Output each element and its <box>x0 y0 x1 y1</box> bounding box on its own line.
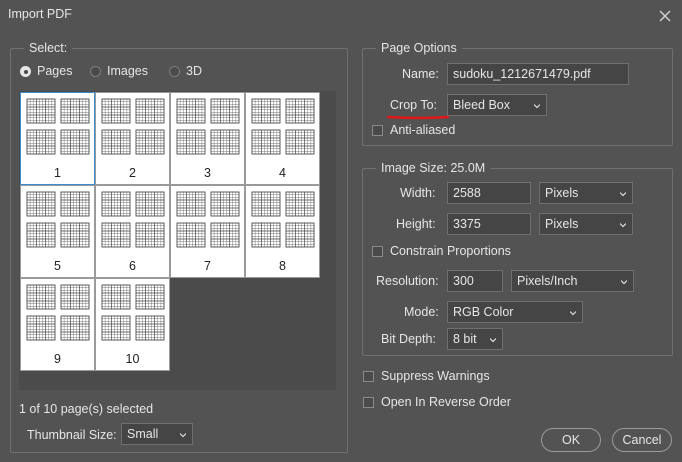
sudoku-page-preview <box>176 98 240 155</box>
width-field[interactable] <box>447 182 531 204</box>
red-underline-annotation <box>387 115 449 120</box>
sudoku-page-preview <box>26 191 90 248</box>
constrain-proportions-label[interactable]: Constrain Proportions <box>390 244 511 258</box>
select-legend: Select: <box>24 41 73 55</box>
suppress-warnings-label[interactable]: Suppress Warnings <box>381 369 490 383</box>
ok-button[interactable]: OK <box>541 428 601 452</box>
page-thumbnail[interactable]: 5 <box>20 185 95 278</box>
images-radio[interactable] <box>90 66 101 77</box>
bit-depth-value: 8 bit <box>453 332 477 346</box>
sudoku-page-preview <box>101 191 165 248</box>
page-thumbnail-number: 7 <box>204 259 211 273</box>
3d-radio[interactable] <box>169 66 180 77</box>
page-thumbnail-number: 4 <box>279 166 286 180</box>
cancel-button[interactable]: Cancel <box>612 428 672 452</box>
page-thumbnail[interactable]: 1 <box>20 92 95 185</box>
sudoku-page-preview <box>251 98 315 155</box>
thumbnail-size-label: Thumbnail Size: <box>27 428 117 442</box>
page-thumbnail[interactable]: 8 <box>245 185 320 278</box>
sudoku-page-preview <box>26 98 90 155</box>
width-unit-value: Pixels <box>545 186 579 200</box>
reverse-order-checkbox[interactable] <box>363 397 374 408</box>
page-thumbnail[interactable]: 7 <box>170 185 245 278</box>
close-icon <box>659 10 671 21</box>
pages-radio[interactable] <box>20 66 31 77</box>
page-thumbnail-number: 10 <box>125 352 140 366</box>
window-title: Import PDF <box>8 7 72 21</box>
close-button[interactable] <box>648 0 682 31</box>
page-thumbnail[interactable]: 10 <box>95 278 170 371</box>
mode-value: RGB Color <box>453 305 514 319</box>
images-radio-label[interactable]: Images <box>107 64 148 78</box>
page-thumbnail-number: 6 <box>129 259 136 273</box>
chevron-down-icon <box>620 223 626 228</box>
page-thumbnail[interactable]: 3 <box>170 92 245 185</box>
resolution-unit-value: Pixels/Inch <box>517 274 578 288</box>
bit-depth-select[interactable]: 8 bit <box>447 328 503 350</box>
width-unit-select[interactable]: Pixels <box>539 182 633 204</box>
mode-label: Mode: <box>404 305 439 319</box>
chevron-down-icon <box>490 338 496 343</box>
anti-aliased-label[interactable]: Anti-aliased <box>390 123 455 137</box>
crop-to-label: Crop To: <box>390 98 438 112</box>
height-field[interactable] <box>447 213 531 235</box>
height-unit-select[interactable]: Pixels <box>539 213 633 235</box>
chevron-down-icon <box>180 433 186 438</box>
page-thumbnail-number: 2 <box>129 166 136 180</box>
thumbnail-size-select[interactable]: Small <box>121 423 193 445</box>
chevron-down-icon <box>534 104 540 109</box>
page-thumbnail-number: 5 <box>54 259 61 273</box>
crop-to-select[interactable]: Bleed Box <box>447 94 547 116</box>
resolution-label: Resolution: <box>376 274 439 288</box>
name-label: Name: <box>402 67 439 81</box>
sudoku-page-preview <box>176 191 240 248</box>
reverse-order-label[interactable]: Open In Reverse Order <box>381 395 511 409</box>
name-field[interactable] <box>447 63 629 85</box>
sudoku-page-preview <box>101 98 165 155</box>
chevron-down-icon <box>621 280 627 285</box>
mode-select[interactable]: RGB Color <box>447 301 583 323</box>
3d-radio-label[interactable]: 3D <box>186 64 202 78</box>
page-thumbnail-number: 1 <box>54 166 61 180</box>
height-unit-value: Pixels <box>545 217 579 231</box>
sudoku-page-preview <box>251 191 315 248</box>
chevron-down-icon <box>620 192 626 197</box>
width-label: Width: <box>400 186 436 200</box>
image-size-legend: Image Size: 25.0M <box>376 161 491 175</box>
thumbnail-scrollbar[interactable] <box>320 91 336 390</box>
page-thumbnail[interactable]: 4 <box>245 92 320 185</box>
resolution-field[interactable] <box>447 270 503 292</box>
constrain-proportions-checkbox[interactable] <box>372 246 383 257</box>
page-thumbnail[interactable]: 2 <box>95 92 170 185</box>
selection-status: 1 of 10 page(s) selected <box>19 402 154 416</box>
anti-aliased-checkbox[interactable] <box>372 125 383 136</box>
sudoku-page-preview <box>101 284 165 341</box>
resolution-unit-select[interactable]: Pixels/Inch <box>511 270 634 292</box>
bit-depth-label: Bit Depth: <box>381 332 436 346</box>
thumbnail-size-value: Small <box>127 427 159 441</box>
page-thumbnail-number: 8 <box>279 259 286 273</box>
page-thumbnail-number: 9 <box>54 352 61 366</box>
page-thumbnail[interactable]: 6 <box>95 185 170 278</box>
page-thumbnail-number: 3 <box>204 166 211 180</box>
height-label: Height: <box>396 217 436 231</box>
page-options-legend: Page Options <box>376 41 462 55</box>
crop-to-value: Bleed Box <box>453 98 510 112</box>
chevron-down-icon <box>570 311 576 316</box>
sudoku-page-preview <box>26 284 90 341</box>
title-bar: Import PDF <box>0 0 682 31</box>
pages-radio-label[interactable]: Pages <box>37 64 72 78</box>
suppress-warnings-checkbox[interactable] <box>363 371 374 382</box>
page-thumbnail[interactable]: 9 <box>20 278 95 371</box>
